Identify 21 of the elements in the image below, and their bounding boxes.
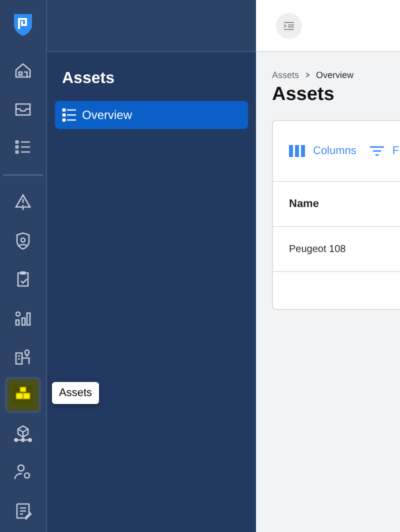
filter-icon	[370, 146, 384, 156]
page-title: Assets	[272, 84, 336, 107]
panel-nav-item[interactable]: Overview	[55, 101, 248, 129]
filter-button[interactable]: F	[370, 145, 400, 157]
menu-toggle-button[interactable]	[276, 12, 302, 38]
tooltip: Assets	[52, 382, 100, 404]
columns-button[interactable]: Columns	[289, 145, 356, 157]
breadcrumb-current: Overview	[316, 70, 354, 80]
breadcrumb-link[interactable]: Assets	[272, 70, 300, 80]
breadcrumb-separator-icon	[305, 72, 310, 78]
columns-icon	[289, 145, 305, 157]
list-icon	[62, 108, 76, 122]
column-header[interactable]: Name	[289, 198, 319, 210]
menu-icon	[284, 22, 294, 30]
rail-button[interactable]	[7, 379, 39, 412]
panel-title: Assets	[61, 69, 116, 89]
stacked-boxes-icon	[13, 385, 33, 406]
warning-icon	[13, 192, 33, 212]
table-cell: Peugeot 108	[289, 244, 346, 254]
shield-logo-icon	[13, 13, 33, 37]
cube-network-icon	[13, 424, 33, 444]
